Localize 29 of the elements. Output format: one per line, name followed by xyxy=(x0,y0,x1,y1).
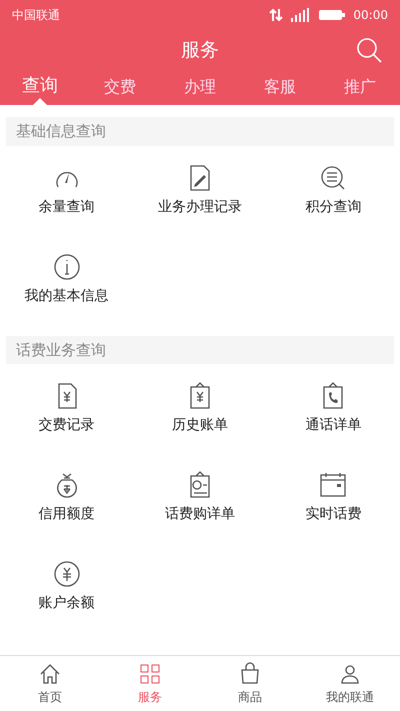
page-title: 服务 xyxy=(181,38,219,63)
tab[interactable]: 查询 xyxy=(0,72,80,105)
info-icon xyxy=(52,252,82,282)
battery-icon xyxy=(319,9,346,21)
section-header: 基础信息查询 xyxy=(6,117,394,146)
service-item[interactable]: 通话详单 xyxy=(266,364,400,453)
signal-icon xyxy=(291,8,312,22)
nav-tab[interactable]: 首页 xyxy=(0,656,100,711)
search-icon[interactable] xyxy=(356,37,382,63)
service-item[interactable]: 余量查询 xyxy=(0,146,134,234)
service-item[interactable]: 业务办理记录 xyxy=(133,146,267,234)
service-item[interactable]: 信用额度 xyxy=(0,453,134,542)
service-item[interactable]: 积分查询 xyxy=(266,146,400,234)
yen-coin-icon xyxy=(52,559,82,589)
service-item[interactable]: 账户余额 xyxy=(0,542,134,631)
clock-time: 00:00 xyxy=(353,7,388,24)
section-header: 话费业务查询 xyxy=(6,336,394,364)
nav-tab[interactable]: 服务 xyxy=(100,656,200,711)
service-item[interactable]: 话费购详单 xyxy=(133,453,267,542)
nav-tab[interactable]: 我的联通 xyxy=(300,656,400,711)
service-item[interactable]: 实时话费 xyxy=(266,453,400,542)
service-item[interactable]: 我的基本信息 xyxy=(0,234,134,324)
data-transfer-icon xyxy=(269,8,284,22)
service-item[interactable]: 历史账单 xyxy=(133,364,267,453)
nav-tab[interactable]: 商品 xyxy=(200,656,300,711)
service-item[interactable]: 交费记录 xyxy=(0,364,134,453)
carrier-name: 中国联通 xyxy=(12,7,60,24)
grid-icon xyxy=(138,662,162,686)
home-icon xyxy=(38,662,62,686)
